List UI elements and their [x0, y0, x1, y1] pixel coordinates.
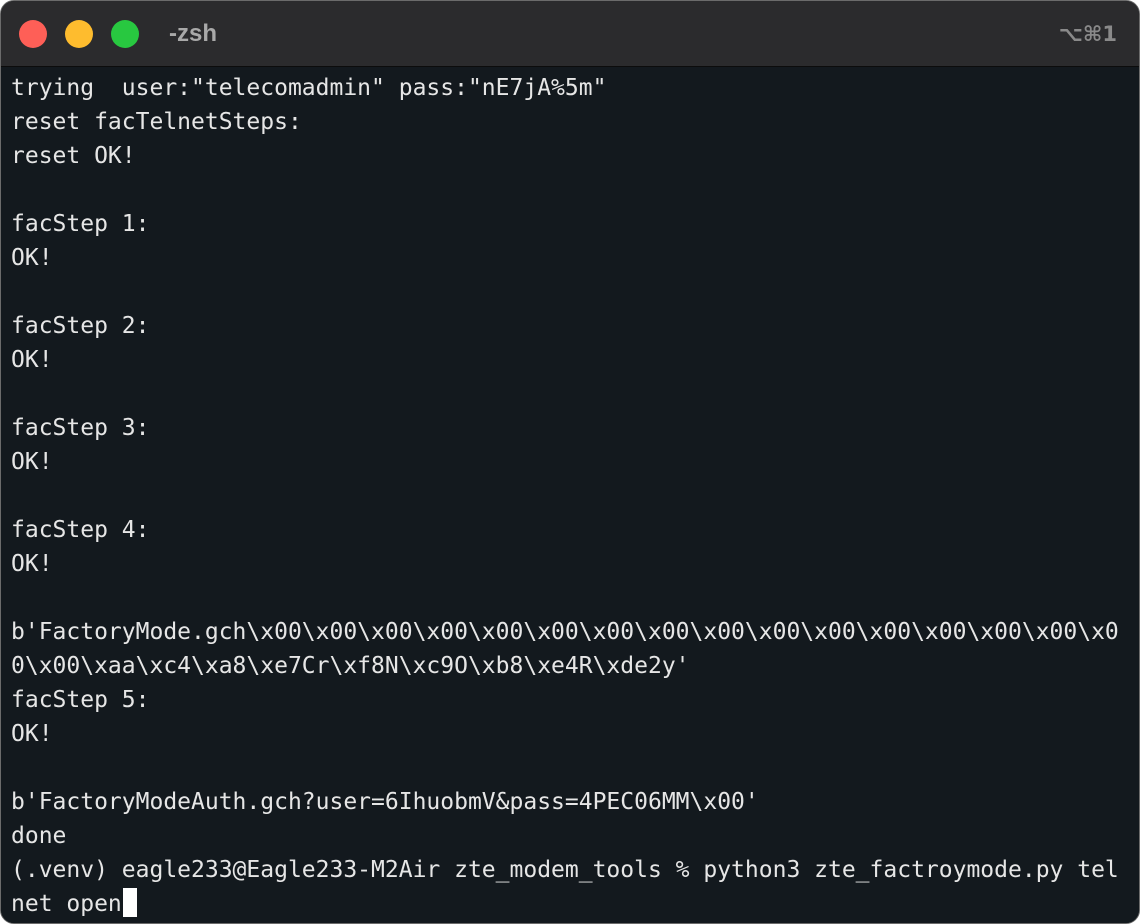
- output-line: OK!: [11, 347, 53, 373]
- output-line: OK!: [11, 721, 53, 747]
- output-line: OK!: [11, 449, 53, 475]
- terminal-window: -zsh ⌥⌘1 trying user:"telecomadmin" pass…: [0, 0, 1140, 924]
- output-line: b'FactoryModeAuth.gch?user=6IhuobmV&pass…: [11, 789, 759, 815]
- output-line: facStep 2:: [11, 313, 150, 339]
- close-button[interactable]: [19, 20, 47, 48]
- window-shortcut: ⌥⌘1: [1058, 22, 1117, 46]
- output-line: facStep 3:: [11, 415, 150, 441]
- prompt-line: (.venv) eagle233@Eagle233-M2Air zte_mode…: [11, 857, 1119, 883]
- output-line: OK!: [11, 245, 53, 271]
- output-line: reset OK!: [11, 143, 136, 169]
- output-line: OK!: [11, 551, 53, 577]
- command-input[interactable]: net open: [11, 891, 122, 917]
- output-line: facStep 5:: [11, 687, 150, 713]
- window-title: -zsh: [169, 20, 217, 47]
- output-line: b'FactoryMode.gch\x00\x00\x00\x00\x00\x0…: [11, 619, 1119, 645]
- text-cursor: [122, 888, 137, 917]
- output-line: reset facTelnetSteps:: [11, 109, 302, 135]
- output-line: facStep 4:: [11, 517, 150, 543]
- output-line: facStep 1:: [11, 211, 150, 237]
- output-line: done: [11, 823, 67, 849]
- title-bar[interactable]: -zsh ⌥⌘1: [1, 1, 1139, 67]
- zoom-button[interactable]: [111, 20, 139, 48]
- output-line: 0\x00\xaa\xc4\xa8\xe7Cr\xf8N\xc9O\xb8\xe…: [11, 653, 690, 679]
- prompt-line-continuation[interactable]: net open: [11, 887, 1139, 921]
- minimize-button[interactable]: [65, 20, 93, 48]
- terminal-output[interactable]: trying user:"telecomadmin" pass:"nE7jA%5…: [1, 67, 1139, 923]
- output-line: trying user:"telecomadmin" pass:"nE7jA%5…: [11, 75, 607, 101]
